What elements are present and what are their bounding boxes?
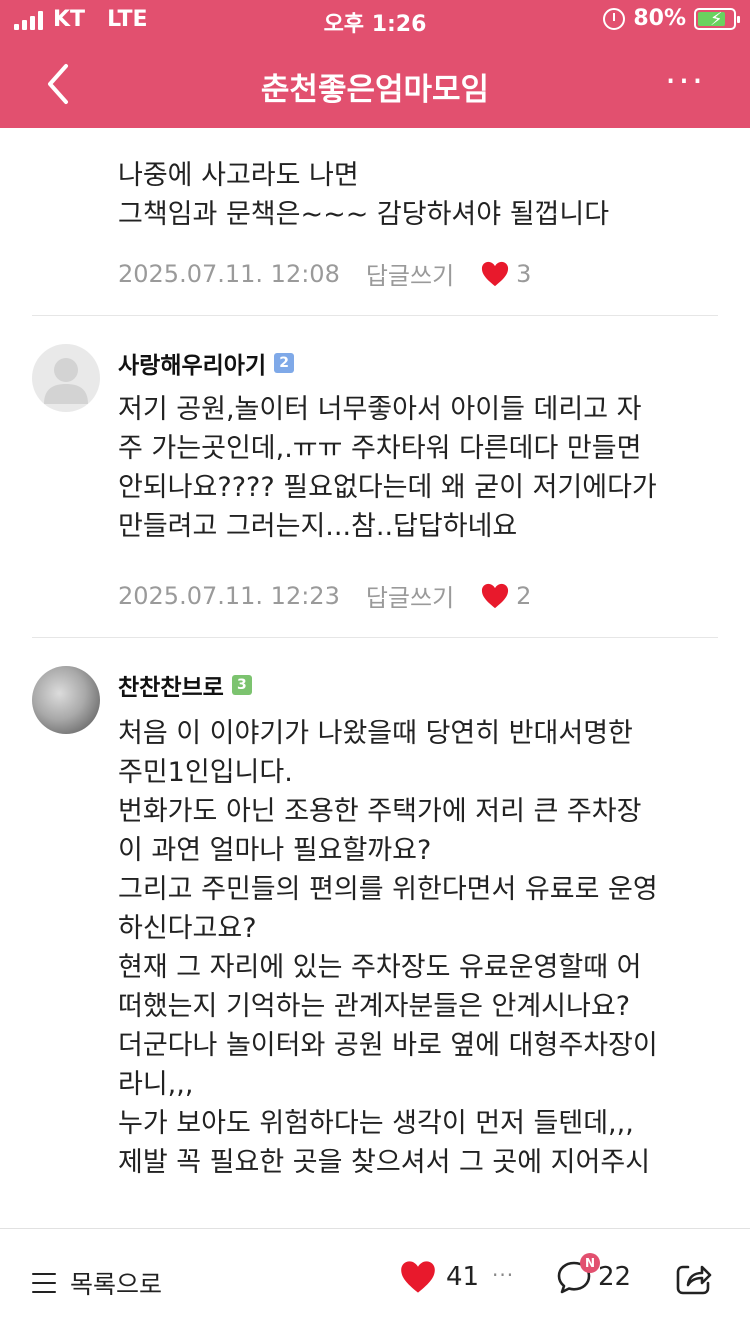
new-badge: N: [580, 1253, 600, 1273]
like-count: 3: [516, 259, 532, 288]
status-bar: KT LTE 오후 1:26 80% ⚡: [0, 0, 750, 42]
comment-line: 이 과연 얼마나 필요할까요?: [118, 835, 432, 866]
alarm-icon: [603, 7, 626, 30]
page-title: 춘천좋은엄마모임: [260, 72, 490, 108]
comment-line: 나중에 사고라도 나면: [118, 160, 359, 191]
avatar[interactable]: [32, 344, 100, 412]
comment-like-button[interactable]: 3: [480, 260, 531, 288]
heart-icon: [482, 261, 509, 286]
comment-line: 번화가도 아닌 조용한 주택가에 저리 큰 주차장: [118, 796, 642, 827]
comment-text: 처음 이 이야기가 나왔을때 당연히 반대서명한 주민1인입니다. 번화가도 아…: [118, 714, 718, 1182]
divider: [32, 315, 718, 316]
menu-icon: [32, 1273, 56, 1293]
comment-line: 더군다나 놀이터와 공원 바로 옆에 대형주차장이: [118, 1030, 658, 1061]
comment-text: 저기 공원,놀이터 너무좋아서 아이들 데리고 자 주 가는곳인데,.ㅠㅠ 주차…: [118, 390, 718, 546]
comment-line: 하신다고요?: [118, 913, 257, 944]
heart-icon: [401, 1261, 435, 1293]
post-like-count: 41: [446, 1262, 480, 1292]
author-nickname: 사랑해우리아기: [118, 353, 267, 379]
status-right: 80% ⚡: [603, 6, 740, 31]
comment-like-button[interactable]: 2: [480, 582, 531, 610]
comment-meta: 2025.07.11. 12:23 답글쓰기 2: [118, 578, 531, 613]
like-count: 2: [516, 581, 532, 610]
member-level-badge: 3: [231, 675, 252, 695]
bottom-bar: 목록으로 41 ··· N 22: [0, 1228, 750, 1334]
comment-line: 안되나요???? 필요없다는데 왜 굳이 저기에다가: [118, 472, 657, 503]
comment-text: 나중에 사고라도 나면 그책임과 문책은~~~ 감당하셔야 될껍니다: [118, 156, 718, 234]
comment-line: 떠했는지 기억하는 관계자분들은 안계시나요?: [118, 991, 631, 1022]
comment-date: 2025.07.11. 12:08: [118, 259, 340, 288]
battery-percent: 80%: [633, 6, 686, 31]
post-like-button[interactable]: 41: [398, 1259, 479, 1295]
list-label: 목록으로: [70, 1270, 163, 1299]
default-avatar-icon: [44, 358, 88, 404]
comment-line: 주 가는곳인데,.ㅠㅠ 주차타워 다른데다 만들면: [118, 433, 642, 464]
comment-line: 그리고 주민들의 편의를 위한다면서 유료로 운영: [118, 874, 658, 905]
comment-count: 22: [598, 1262, 632, 1292]
share-button[interactable]: [674, 1261, 712, 1297]
comment-line: 주민1인입니다.: [118, 757, 293, 788]
heart-icon: [482, 583, 509, 608]
more-options-button[interactable]: ···: [660, 62, 710, 102]
back-to-list-button[interactable]: 목록으로: [32, 1265, 162, 1301]
avatar[interactable]: [32, 666, 100, 734]
comment-bubble-icon: N: [556, 1253, 600, 1295]
comment-line: 만들려고 그러는지...참..답답하네요: [118, 511, 518, 542]
like-more-button[interactable]: ···: [492, 1263, 514, 1287]
comments-button[interactable]: N 22: [556, 1253, 632, 1295]
author-name[interactable]: 사랑해우리아기 2: [118, 346, 295, 380]
divider: [32, 637, 718, 638]
comment-line: 라니,,,: [118, 1069, 194, 1100]
comment-line: 그책임과 문책은~~~ 감당하셔야 될껍니다: [118, 199, 610, 230]
author-nickname: 찬찬찬브로: [118, 675, 224, 701]
battery-icon: ⚡: [694, 7, 740, 30]
reply-button[interactable]: 답글쓰기: [366, 256, 454, 291]
comment-line: 제발 꼭 필요한 곳을 찾으셔서 그 곳에 지어주시: [118, 1147, 651, 1178]
top-bar: KT LTE 오후 1:26 80% ⚡ 춘천좋은엄마모임 ···: [0, 0, 750, 128]
author-name[interactable]: 찬찬찬브로 3: [118, 668, 252, 702]
comment-line: 현재 그 자리에 있는 주차장도 유료운영할때 어: [118, 952, 642, 983]
member-level-badge: 2: [274, 353, 295, 373]
share-icon: [676, 1265, 712, 1295]
reply-button[interactable]: 답글쓰기: [366, 578, 454, 613]
comment-line: 처음 이 이야기가 나왔을때 당연히 반대서명한: [118, 718, 633, 749]
comment-meta: 2025.07.11. 12:08 답글쓰기 3: [118, 256, 531, 291]
comment-line: 저기 공원,놀이터 너무좋아서 아이들 데리고 자: [118, 394, 642, 425]
comment-list[interactable]: 나중에 사고라도 나면 그책임과 문책은~~~ 감당하셔야 될껍니다 2025.…: [0, 128, 750, 1228]
header: 춘천좋은엄마모임 ···: [0, 42, 750, 128]
comment-line: 누가 보아도 위험하다는 생각이 먼저 들텐데,,,: [118, 1108, 634, 1139]
comment-date: 2025.07.11. 12:23: [118, 581, 340, 610]
